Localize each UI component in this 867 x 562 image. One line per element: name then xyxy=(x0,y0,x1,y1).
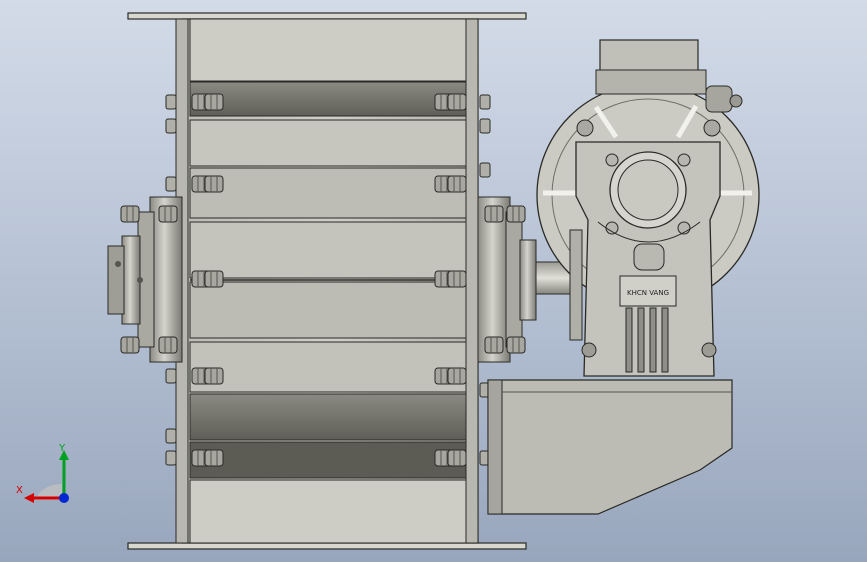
gearbox-nameplate: KHCN VANG xyxy=(627,289,669,297)
coordinate-triad: X Y xyxy=(8,438,78,510)
triad-y-label: Y xyxy=(59,443,66,454)
graphics-viewport[interactable]: KHCN VANG X Y xyxy=(0,0,867,562)
rotary-valve-assembly-model[interactable]: KHCN VANG xyxy=(0,0,867,562)
triad-axes-icon xyxy=(24,450,69,503)
triad-x-label: X xyxy=(16,485,23,496)
